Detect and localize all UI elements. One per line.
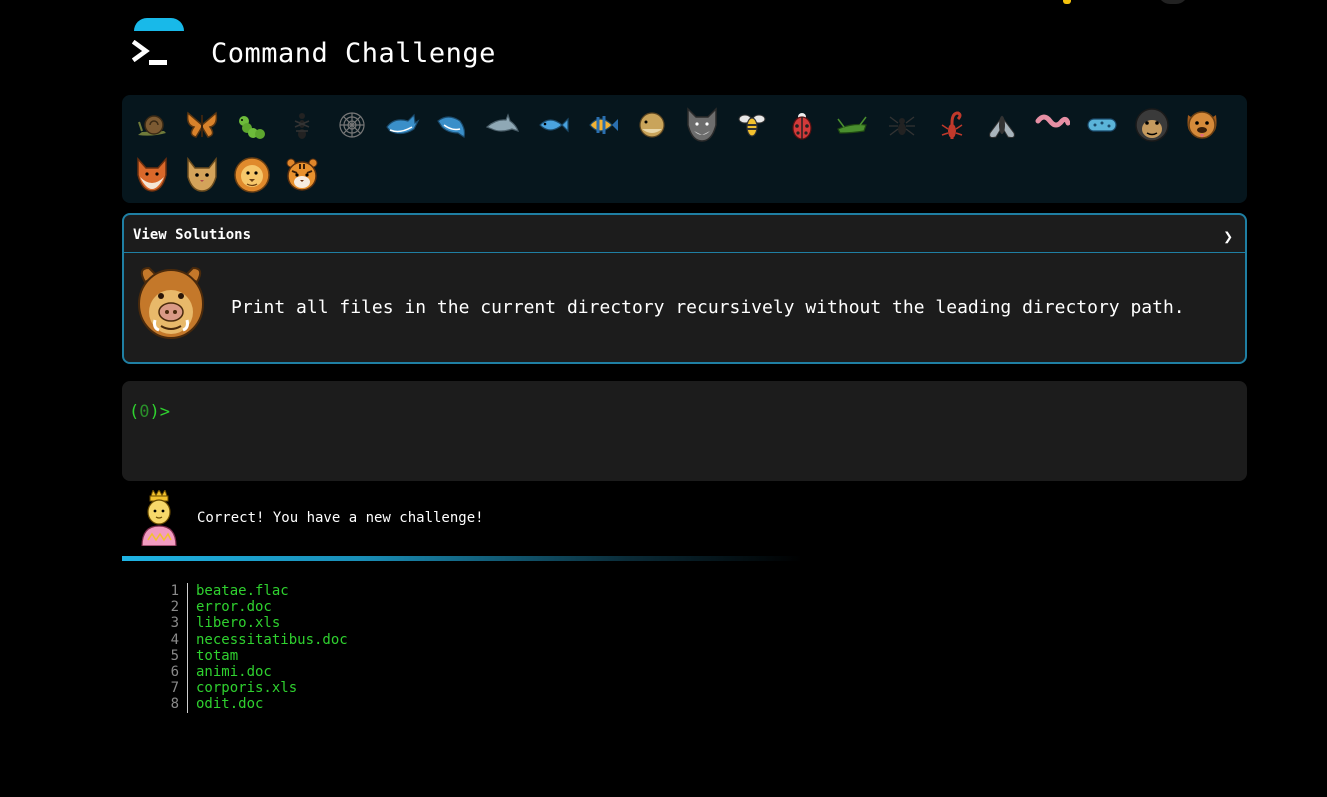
spider-icon[interactable]: [877, 100, 927, 150]
dog-icon[interactable]: [1177, 100, 1227, 150]
prompt-open: (: [129, 402, 140, 422]
princess-icon: [138, 488, 180, 547]
view-solutions-label[interactable]: View Solutions: [133, 227, 251, 243]
line-number: 2: [160, 599, 188, 616]
line-number: 4: [160, 631, 188, 648]
output-filename: necessitatibus.doc: [196, 631, 348, 648]
line-number: 6: [160, 663, 188, 681]
spider-web-icon[interactable]: [327, 100, 377, 150]
line-number: 7: [160, 680, 188, 697]
header: Command Challenge: [122, 0, 1247, 90]
page-title: Command Challenge: [211, 38, 496, 69]
prompt-close: )>: [149, 402, 170, 422]
challenge-description: Print all files in the current directory…: [231, 297, 1185, 318]
chevron-right-icon[interactable]: ❯: [1223, 227, 1233, 246]
line-number: 5: [160, 647, 188, 664]
microbe-icon[interactable]: [1077, 100, 1127, 150]
challenge-card: View Solutions ❯ Print all files in the …: [122, 213, 1247, 364]
feedback-text: Correct! You have a new challenge!: [197, 510, 484, 526]
line-number: 1: [160, 583, 188, 600]
terminal-logo-icon[interactable]: [132, 18, 186, 78]
tiger-icon[interactable]: [277, 150, 327, 200]
output-line: 3 libero.xls: [160, 615, 348, 632]
output-line: 1 beatae.flac: [160, 583, 348, 600]
worm-icon[interactable]: [1027, 100, 1077, 150]
caterpillar-icon[interactable]: [227, 100, 277, 150]
cat-icon[interactable]: [177, 150, 227, 200]
spouting-whale-icon[interactable]: [427, 100, 477, 150]
output-line: 6 animi.doc: [160, 663, 348, 681]
fish-icon[interactable]: [527, 100, 577, 150]
command-output: 1 beatae.flac 2 error.doc 3 libero.xls 4 nec…: [160, 583, 348, 713]
output-filename: corporis.xls: [196, 680, 298, 697]
output-line: 8 odit.doc: [160, 696, 348, 713]
dolphin-icon[interactable]: [477, 100, 527, 150]
snail-icon[interactable]: [127, 100, 177, 150]
output-line: 7 corporis.xls: [160, 680, 348, 697]
output-filename: animi.doc: [196, 663, 272, 680]
line-number: 8: [160, 696, 188, 713]
tropical-fish-icon[interactable]: [577, 100, 627, 150]
feedback-message: Correct! You have a new challenge!: [122, 488, 822, 548]
bee-icon[interactable]: [727, 100, 777, 150]
output-filename: libero.xls: [196, 615, 281, 632]
exit-code: 0: [139, 402, 150, 422]
output-filename: totam: [196, 647, 239, 664]
gorilla-icon[interactable]: [1127, 100, 1177, 150]
fox-icon[interactable]: [127, 150, 177, 200]
ant-icon[interactable]: [277, 100, 327, 150]
progress-bar: [122, 556, 802, 561]
scorpion-icon[interactable]: [927, 100, 977, 150]
lion-icon[interactable]: [227, 150, 277, 200]
cricket-icon[interactable]: [827, 100, 877, 150]
ladybug-icon[interactable]: [777, 100, 827, 150]
output-line: 5 totam: [160, 647, 348, 664]
output-filename: beatae.flac: [196, 583, 289, 599]
output-filename: odit.doc: [196, 696, 264, 713]
output-line: 4 necessitatibus.doc: [160, 631, 348, 648]
animal-badges: [127, 100, 1237, 200]
output-line: 2 error.doc: [160, 599, 348, 616]
wolf-icon[interactable]: [677, 100, 727, 150]
fly-icon[interactable]: [977, 100, 1027, 150]
output-filename: error.doc: [196, 599, 272, 616]
whale-icon[interactable]: [377, 100, 427, 150]
page: Command Challenge View Solutions ❯ Print…: [0, 0, 1327, 797]
challenge-progress-panel: [122, 95, 1247, 203]
view-solutions-header[interactable]: View Solutions ❯: [124, 215, 1245, 253]
boar-icon: [135, 262, 207, 342]
terminal-input[interactable]: (0)>: [122, 381, 1247, 481]
blowfish-icon[interactable]: [627, 100, 677, 150]
shell-prompt: (0)>: [129, 402, 170, 422]
line-number: 3: [160, 615, 188, 632]
butterfly-icon[interactable]: [177, 100, 227, 150]
